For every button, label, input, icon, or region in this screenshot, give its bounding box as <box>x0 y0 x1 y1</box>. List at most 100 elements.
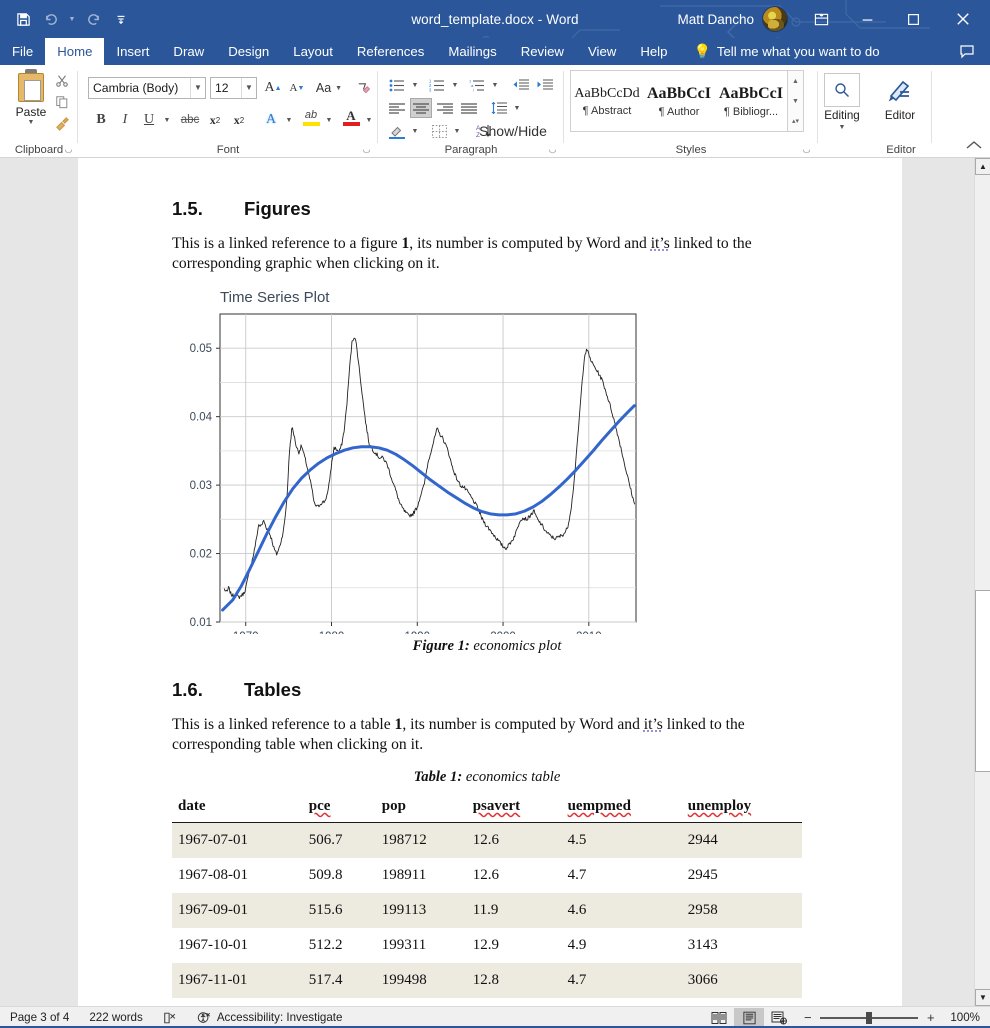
tab-references[interactable]: References <box>345 38 436 65</box>
style-bibliography[interactable]: AaBbCcI ¶ Bibliogr... <box>715 71 787 131</box>
shading-icon[interactable] <box>386 121 408 141</box>
numbering-dropdown-icon[interactable]: ▼ <box>449 79 461 91</box>
style-abstract[interactable]: AaBbCcDd ¶ Abstract <box>571 71 643 131</box>
underline-dropdown-icon[interactable]: ▼ <box>161 113 173 127</box>
editing-dropdown-icon[interactable]: ▼ <box>839 124 846 131</box>
zoom-track[interactable] <box>820 1011 919 1024</box>
zoom-knob[interactable] <box>866 1011 873 1024</box>
font-dialog-launcher[interactable]: ◡ <box>361 144 372 155</box>
tab-help[interactable]: Help <box>628 38 679 65</box>
numbering-icon[interactable]: 1 2 3 <box>426 75 448 95</box>
ribbon-display-options-icon[interactable] <box>798 0 844 38</box>
font-color-dropdown-icon[interactable]: ▼ <box>363 113 375 127</box>
multilevel-list-dropdown-icon[interactable]: ▼ <box>489 79 501 91</box>
font-size-dropdown-icon[interactable]: ▼ <box>241 78 256 98</box>
subscript-button[interactable]: x2 <box>204 109 226 131</box>
zoom-level[interactable]: 100% <box>944 1011 990 1024</box>
text-effects-dropdown-icon[interactable]: ▼ <box>283 113 295 127</box>
paste-dropdown-icon[interactable]: ▼ <box>28 119 35 126</box>
styles-scrollbar[interactable]: ▲ ▼ ▴▾ <box>787 71 803 131</box>
superscript-button[interactable]: x2 <box>228 109 250 131</box>
styles-scroll-up-icon[interactable]: ▲ <box>788 71 803 91</box>
change-case-icon[interactable]: Aa ▼ <box>314 77 344 99</box>
tab-draw[interactable]: Draw <box>161 38 216 65</box>
web-layout-view-button[interactable] <box>764 1008 794 1028</box>
underline-button[interactable]: U <box>138 109 160 131</box>
multilevel-list-icon[interactable]: 1 a i <box>466 75 488 95</box>
figure-economics-plot[interactable]: Time Series Plot 0.01 0.02 0.03 0.04 0.05 1970… <box>172 284 802 634</box>
scroll-up-icon[interactable]: ▲ <box>975 158 990 175</box>
editing-button[interactable]: Editing ▼ <box>824 73 860 131</box>
tab-insert[interactable]: Insert <box>104 38 161 65</box>
page-indicator[interactable]: Page 3 of 4 <box>0 1011 79 1024</box>
line-spacing-dropdown-icon[interactable]: ▼ <box>511 102 523 114</box>
accessibility-status[interactable]: Accessibility: Investigate <box>187 1011 353 1025</box>
font-name-dropdown-icon[interactable]: ▼ <box>190 78 205 98</box>
document-page[interactable]: 1.5. Figures This is a linked reference … <box>78 158 902 1006</box>
tab-design[interactable]: Design <box>216 38 281 65</box>
styles-more-icon[interactable]: ▴▾ <box>788 111 803 131</box>
align-right-icon[interactable] <box>434 98 456 118</box>
align-left-icon[interactable] <box>386 98 408 118</box>
font-name-combo[interactable]: Cambria (Body) ▼ <box>88 77 206 99</box>
scroll-down-icon[interactable]: ▼ <box>975 989 990 1006</box>
tab-home[interactable]: Home <box>45 38 105 65</box>
tab-file[interactable]: File <box>0 38 45 65</box>
styles-gallery[interactable]: AaBbCcDd ¶ Abstract AaBbCcI ¶ Author AaB… <box>570 70 804 132</box>
borders-dropdown-icon[interactable]: ▼ <box>451 125 463 137</box>
italic-button[interactable]: I <box>114 109 136 131</box>
copy-icon[interactable] <box>52 92 72 112</box>
show-formatting-marks-icon[interactable]: Show/Hide <box>479 121 547 141</box>
grammar-error-its[interactable]: it’s <box>651 235 670 252</box>
read-mode-view-button[interactable] <box>704 1008 734 1028</box>
maximize-restore-button[interactable] <box>890 0 936 38</box>
paragraph-dialog-launcher[interactable]: ◡ <box>547 144 558 155</box>
clipboard-dialog-launcher[interactable]: ◡ <box>63 144 74 155</box>
align-center-icon[interactable] <box>410 98 432 118</box>
paste-button[interactable]: Paste ▼ <box>8 69 54 143</box>
word-count[interactable]: 222 words <box>79 1011 153 1024</box>
proofing-errors-icon[interactable] <box>153 1011 187 1025</box>
decrease-indent-icon[interactable] <box>510 75 532 95</box>
bullets-icon[interactable] <box>386 75 408 95</box>
zoom-slider[interactable]: − + <box>794 1010 944 1025</box>
editor-button[interactable]: Editor <box>882 73 918 122</box>
increase-indent-icon[interactable] <box>534 75 556 95</box>
economics-table[interactable]: date pce pop psavert uempmed unemploy 1967-07… <box>172 793 802 998</box>
print-layout-view-button[interactable] <box>734 1007 765 1028</box>
shrink-font-icon[interactable]: A ▼ <box>286 77 308 99</box>
format-painter-icon[interactable] <box>52 113 72 133</box>
collapse-ribbon-icon[interactable] <box>966 139 982 153</box>
strikethrough-button[interactable]: abc <box>178 109 202 131</box>
zoom-in-button[interactable]: + <box>925 1010 936 1025</box>
document-canvas[interactable]: 1.5. Figures This is a linked reference … <box>0 158 990 1006</box>
styles-scroll-down-icon[interactable]: ▼ <box>788 91 803 111</box>
style-author[interactable]: AaBbCcI ¶ Author <box>643 71 715 131</box>
styles-dialog-launcher[interactable]: ◡ <box>801 144 812 155</box>
user-name[interactable]: Matt Dancho <box>677 12 754 27</box>
grammar-error-its[interactable]: it’s <box>644 716 663 733</box>
undo-icon[interactable] <box>38 6 64 32</box>
comments-icon[interactable] <box>952 39 982 63</box>
avatar[interactable] <box>762 6 788 32</box>
highlight-color-icon[interactable]: ab <box>300 109 322 131</box>
line-spacing-icon[interactable] <box>488 98 510 118</box>
save-icon[interactable] <box>10 6 36 32</box>
bold-button[interactable]: B <box>90 109 112 131</box>
bullets-dropdown-icon[interactable]: ▼ <box>409 79 421 91</box>
borders-icon[interactable] <box>428 121 450 141</box>
zoom-out-button[interactable]: − <box>802 1010 813 1025</box>
close-button[interactable] <box>936 0 990 38</box>
minimize-button[interactable] <box>844 0 890 38</box>
tab-layout[interactable]: Layout <box>281 38 345 65</box>
grow-font-icon[interactable]: A ▲ <box>262 77 284 99</box>
tab-view[interactable]: View <box>576 38 628 65</box>
scrollbar-thumb[interactable] <box>975 590 990 772</box>
text-effects-icon[interactable]: A <box>260 109 282 131</box>
tab-review[interactable]: Review <box>509 38 576 65</box>
undo-dropdown-icon[interactable]: ▼ <box>66 6 78 32</box>
font-color-icon[interactable]: A <box>340 109 362 131</box>
clear-formatting-icon[interactable] <box>352 77 374 99</box>
customize-qat-icon[interactable] <box>108 6 134 32</box>
tell-me-search[interactable]: 💡 Tell me what you want to do <box>679 38 879 65</box>
